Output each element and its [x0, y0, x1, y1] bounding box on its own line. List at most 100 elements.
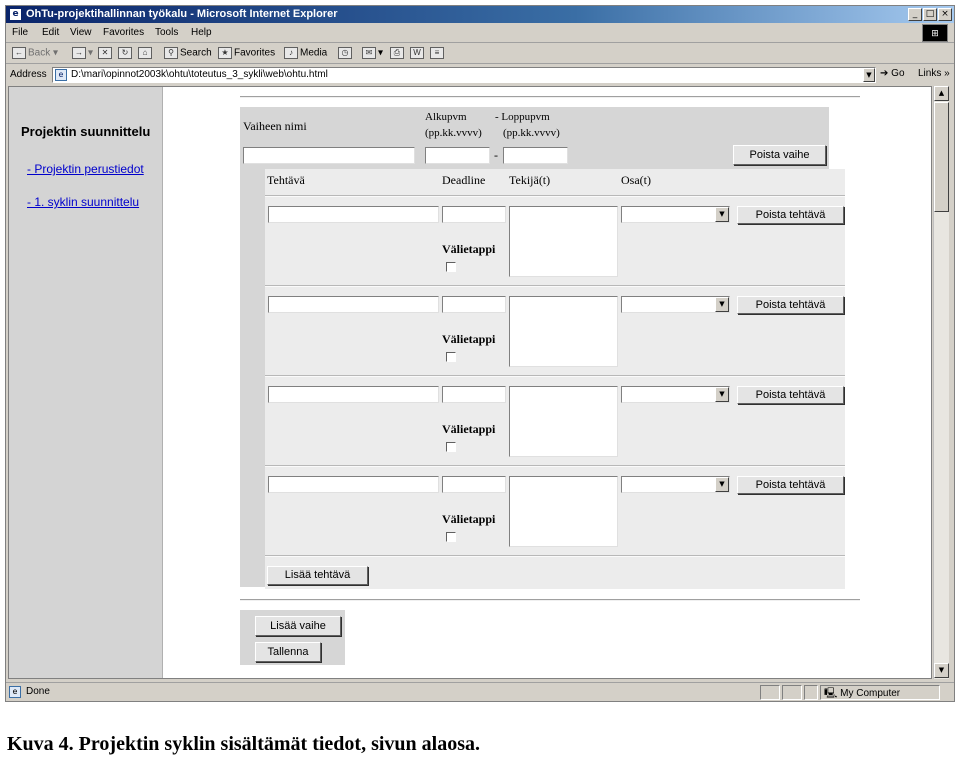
task-deadline-input[interactable] [442, 296, 506, 313]
address-dropdown-icon[interactable]: ▼ [863, 68, 875, 82]
refresh-button[interactable]: ↻ [118, 47, 134, 59]
favorites-button[interactable]: ★ Favorites [218, 47, 275, 59]
task-deadline-input[interactable] [442, 476, 506, 493]
row-separator [265, 285, 845, 287]
phase-name-label: Vaiheen nimi [243, 119, 307, 133]
delete-task-button[interactable]: Poista tehtävä [737, 296, 844, 314]
phase-name-input[interactable] [243, 147, 415, 164]
task-parts-select[interactable]: ▼ [621, 206, 730, 223]
toolbar: ← Back ▾ → ▾ ✕ ↻ ⌂ ⚲ Search ★ Favorites ♪ Med… [6, 44, 954, 64]
task-makers-textarea[interactable] [509, 296, 618, 367]
mail-button[interactable]: ✉ ▾ [362, 47, 383, 59]
delete-task-button[interactable]: Poista tehtävä [737, 476, 844, 494]
delete-phase-button[interactable]: Poista vaihe [733, 145, 826, 165]
close-button[interactable]: × [938, 8, 952, 21]
milestone-checkbox[interactable] [446, 442, 456, 452]
task-deadline-input[interactable] [442, 386, 506, 403]
task-makers-textarea[interactable] [509, 386, 618, 457]
milestone-checkbox[interactable] [446, 352, 456, 362]
ie-logo-icon: e [9, 8, 22, 21]
row-separator [265, 195, 845, 197]
home-button[interactable]: ⌂ [138, 47, 154, 59]
start-date-format: (pp.kk.vvvv) [425, 127, 482, 139]
maximize-button[interactable]: □ [923, 8, 937, 21]
minimize-button[interactable]: _ [908, 8, 922, 21]
stop-button[interactable]: ✕ [98, 47, 114, 59]
task-parts-select[interactable]: ▼ [621, 386, 730, 403]
task-deadline-input[interactable] [442, 206, 506, 223]
discuss-button[interactable]: ≡ [430, 47, 446, 59]
media-button[interactable]: ♪ Media [284, 47, 327, 59]
forward-button[interactable]: → ▾ [72, 47, 93, 59]
scroll-thumb[interactable] [934, 102, 949, 212]
menu-tools[interactable]: Tools [155, 27, 178, 38]
figure-caption: Kuva 4. Projektin syklin sisältämät tied… [7, 733, 481, 755]
start-date-label: Alkupvm [425, 111, 467, 123]
discuss-icon: ≡ [430, 47, 444, 59]
menu-help[interactable]: Help [191, 27, 212, 38]
sidebar-link-sykli[interactable]: - 1. syklin suunnittelu [27, 195, 163, 210]
sidebar-link-perustiedot[interactable]: - Projektin perustiedot [27, 162, 163, 177]
task-makers-textarea[interactable] [509, 206, 618, 277]
add-task-button[interactable]: Lisää tehtävä [267, 566, 368, 585]
milestone-label: Välietappi [442, 512, 496, 526]
start-date-input[interactable] [425, 147, 490, 164]
delete-task-button[interactable]: Poista tehtävä [737, 206, 844, 224]
menu-view[interactable]: View [70, 27, 92, 38]
task-makers-textarea[interactable] [509, 476, 618, 547]
page-icon: e [55, 69, 67, 81]
task-name-input[interactable] [268, 296, 439, 313]
title-bar: e OhTu-projektihallinnan työkalu - Micro… [6, 6, 954, 23]
milestone-label: Välietappi [442, 332, 496, 346]
mail-icon: ✉ [362, 47, 376, 59]
add-phase-button[interactable]: Lisää vaihe [255, 616, 341, 636]
search-button[interactable]: ⚲ Search [164, 47, 212, 59]
milestone-label: Välietappi [442, 422, 496, 436]
sidebar-title: Projektin suunnittelu [21, 124, 151, 139]
end-date-label: - Loppupvm [495, 111, 550, 123]
vertical-scrollbar[interactable]: ▲ ▼ [933, 86, 949, 679]
go-arrow-icon: ➔ [880, 68, 892, 79]
dropdown-arrow-icon: ▼ [715, 477, 729, 492]
task-parts-select[interactable]: ▼ [621, 476, 730, 493]
end-date-input[interactable] [503, 147, 568, 164]
milestone-checkbox[interactable] [446, 532, 456, 542]
scroll-down-icon[interactable]: ▼ [934, 663, 949, 678]
task-name-input[interactable] [268, 476, 439, 493]
window-title: OhTu-projektihallinnan työkalu - Microso… [26, 8, 338, 20]
date-dash: - [494, 148, 498, 162]
milestone-checkbox[interactable] [446, 262, 456, 272]
word-icon: W [410, 47, 424, 59]
delete-task-button[interactable]: Poista tehtävä [737, 386, 844, 404]
menu-favorites[interactable]: Favorites [103, 27, 144, 38]
page-viewport: Projektin suunnittelu - Projektin perust… [8, 86, 932, 679]
edit-button[interactable]: W [410, 47, 426, 59]
refresh-icon: ↻ [118, 47, 132, 59]
history-button[interactable]: ◷ [338, 47, 354, 59]
go-button[interactable]: ➔ Go [880, 68, 905, 79]
bottom-divider [240, 599, 860, 601]
menu-file[interactable]: File [12, 27, 28, 38]
computer-icon: 🖳 [824, 688, 841, 699]
back-button[interactable]: ← Back ▾ [12, 47, 58, 59]
header-task: Tehtävä [267, 173, 305, 187]
task-parts-select[interactable]: ▼ [621, 296, 730, 313]
search-icon: ⚲ [164, 47, 178, 59]
status-pane [804, 685, 818, 700]
menu-edit[interactable]: Edit [42, 27, 59, 38]
task-name-input[interactable] [268, 206, 439, 223]
zone-text: 🖳 My Computer [824, 688, 901, 699]
task-name-input[interactable] [268, 386, 439, 403]
print-icon: ⎙ [390, 47, 404, 59]
scroll-up-icon[interactable]: ▲ [934, 86, 949, 101]
back-arrow-icon: ← [12, 47, 26, 59]
status-pane [760, 685, 780, 700]
milestone-label: Välietappi [442, 242, 496, 256]
address-input[interactable]: e D:\mari\opinnot2003k\ohtu\toteutus_3_s… [52, 67, 876, 83]
row-separator [265, 375, 845, 377]
media-icon: ♪ [284, 47, 298, 59]
print-button[interactable]: ⎙ [390, 47, 406, 59]
save-button[interactable]: Tallenna [255, 642, 321, 662]
address-bar: Address e D:\mari\opinnot2003k\ohtu\tote… [6, 65, 954, 85]
links-button[interactable]: Links » [918, 68, 950, 79]
